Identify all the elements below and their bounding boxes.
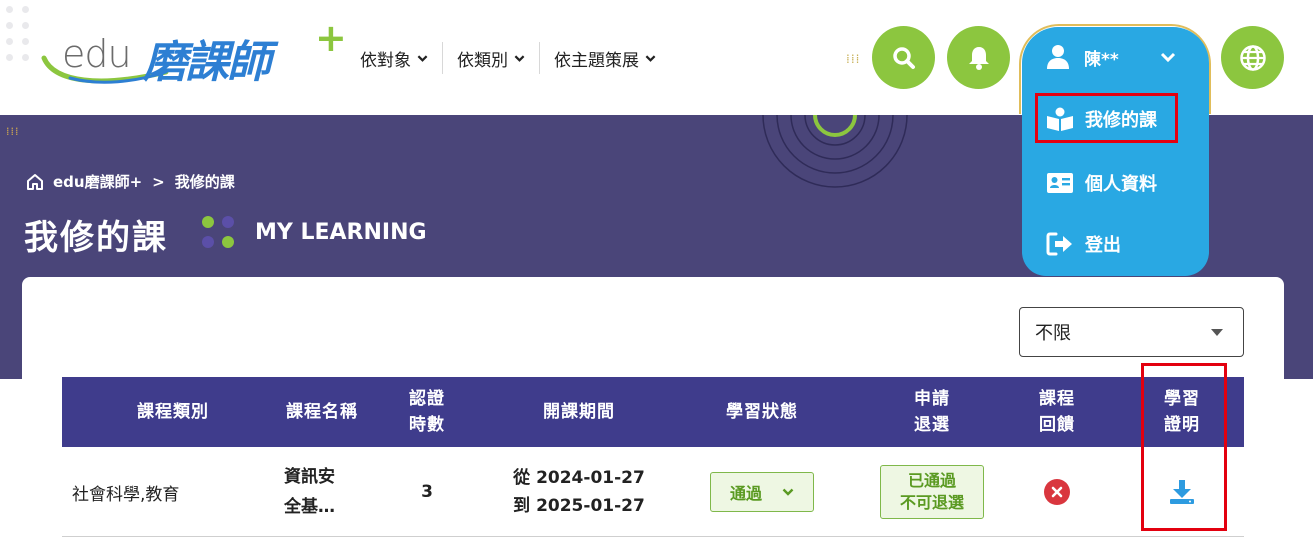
cell-course-name[interactable]: 資訊安 全基… (284, 447, 384, 537)
user-name: 陳** (1084, 49, 1119, 70)
globe-icon (1239, 44, 1266, 71)
breadcrumb-separator: > (152, 172, 165, 191)
column-header-name: 課程名稱 (286, 402, 358, 422)
breadcrumb: edu磨課師+ > 我修的課 (25, 171, 235, 192)
decorative-dots: ⁞⁞⁞ (846, 52, 861, 66)
column-header-feedback: 課程 回饋 (1039, 389, 1075, 435)
chevron-down-icon (514, 54, 525, 62)
nav-item-label: 依主題策展 (554, 50, 639, 71)
cell-status: 通過 (682, 447, 842, 537)
caret-down-icon (1211, 329, 1223, 336)
column-header-withdraw: 申請 退選 (914, 389, 950, 435)
cell-withdraw: 已通過 不可退選 (880, 447, 984, 537)
bell-icon (968, 46, 989, 70)
user-icon (1047, 45, 1069, 69)
search-button[interactable] (872, 26, 935, 89)
id-card-icon (1046, 171, 1074, 195)
sign-out-icon (1046, 232, 1074, 256)
main-nav: 依對象 依類別 依主題策展 (346, 40, 670, 76)
cell-hours: 3 (421, 482, 433, 502)
x-circle-icon[interactable] (1044, 479, 1070, 505)
decorative-dots (4, 6, 34, 70)
page-subtitle: MY LEARNING (255, 220, 427, 245)
nav-item-theme[interactable]: 依主題策展 (540, 42, 670, 74)
highlight-box (1035, 93, 1178, 143)
title-dots-decoration (202, 216, 236, 250)
filter-select-value: 不限 (1035, 323, 1071, 344)
user-menu-toggle[interactable]: 陳** (1046, 44, 1119, 70)
notifications-button[interactable] (947, 26, 1010, 89)
cell-feedback (1017, 447, 1097, 537)
logo-edu-text: edu (62, 32, 132, 76)
nav-item-label: 依對象 (360, 50, 411, 71)
decorative-rings (762, 115, 908, 188)
table-header: 課程類別 課程名稱 認證 時數 開課期間 學習狀態 申請 退選 課程 回饋 學習 證明 (62, 377, 1244, 447)
menu-item-label: 個人資料 (1085, 174, 1157, 195)
nav-item-label: 依類別 (457, 50, 508, 71)
logo-name-text: 磨課師 (143, 37, 271, 88)
search-icon (892, 46, 915, 69)
page-title: 我修的課 (24, 218, 168, 258)
menu-item-label: 登出 (1085, 235, 1121, 256)
status-select[interactable]: 通過 (710, 472, 814, 512)
cell-period: 從 2024-01-27 到 2025-01-27 (513, 468, 645, 516)
withdraw-status-badge: 已通過 不可退選 (880, 465, 984, 519)
column-header-period: 開課期間 (543, 402, 615, 422)
filter-select[interactable]: 不限 (1019, 307, 1244, 357)
column-header-hours: 認證 時數 (409, 389, 445, 435)
column-header-category: 課程類別 (137, 402, 209, 422)
status-select-value: 通過 (729, 484, 762, 503)
column-header-status: 學習狀態 (726, 402, 798, 422)
menu-item-profile[interactable]: 個人資料 (1046, 170, 1157, 196)
breadcrumb-current: 我修的課 (174, 173, 235, 191)
nav-item-category[interactable]: 依類別 (443, 42, 540, 74)
chevron-down-icon (645, 54, 656, 62)
language-button[interactable] (1221, 26, 1284, 89)
menu-item-logout[interactable]: 登出 (1046, 231, 1121, 257)
table-row: 社會科學,教育 資訊安 全基… 3 從 2024-01-27 到 2025-01-2… (62, 447, 1244, 537)
nav-item-audience[interactable]: 依對象 (346, 42, 443, 74)
cell-category: 社會科學,教育 (72, 484, 180, 505)
chevron-down-icon (417, 54, 428, 62)
home-icon[interactable] (25, 172, 45, 192)
breadcrumb-home-link[interactable]: edu磨課師+ (53, 171, 142, 192)
chevron-down-icon[interactable] (1160, 50, 1176, 64)
decorative-dots: ⁞⁞⁞ (6, 125, 20, 138)
logo-plus-text: + (315, 16, 347, 60)
chevron-down-icon (782, 488, 794, 496)
highlight-box (1141, 363, 1227, 531)
site-logo[interactable]: edu 磨課師 + (40, 16, 350, 90)
